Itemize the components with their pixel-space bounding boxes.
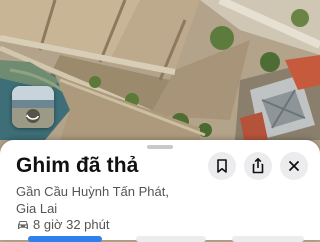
address-line-2: Gia Lai [16,201,58,216]
travel-time: 8 giờ 32 phút [16,217,109,232]
close-button[interactable] [280,152,308,180]
close-icon [289,161,299,171]
more-action-button[interactable] [232,236,304,242]
pin-bottom-sheet: Ghim đã thả Gần Cầu Huỳnh Tấn Phát, Gia … [0,140,320,240]
save-button[interactable] [208,152,236,180]
car-icon [18,221,28,229]
sheet-grabber[interactable] [147,145,173,149]
directions-button[interactable] [28,236,102,242]
share-icon [252,158,264,174]
look-around-button[interactable] [12,86,54,128]
address-line-1: Gần Cầu Huỳnh Tấn Phát, [16,184,169,199]
look-around-icon [12,86,54,128]
travel-time-text: 8 giờ 32 phút [33,217,110,232]
bookmark-icon [217,159,227,173]
share-button[interactable] [244,152,272,180]
pin-address: Gần Cầu Huỳnh Tấn Phát, Gia Lai [16,183,216,217]
pin-title: Ghim đã thả [16,154,139,177]
secondary-action-button[interactable] [136,236,206,242]
